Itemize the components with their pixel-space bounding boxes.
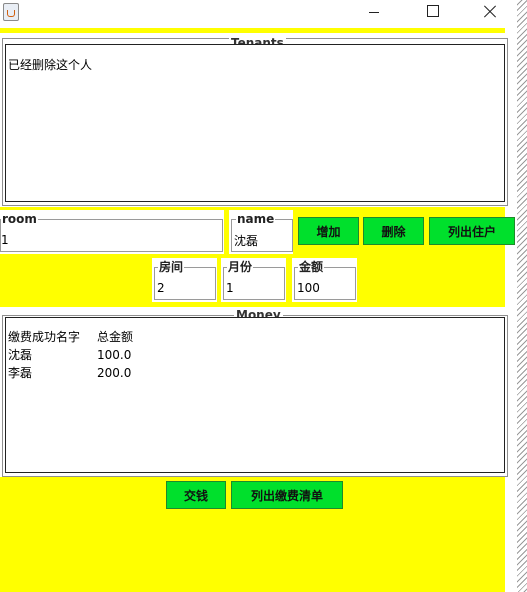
payer-name-header: 缴费成功名字 (8, 330, 81, 344)
room-no-field: 房间 (152, 258, 217, 302)
money-panel: Money 缴费成功名字 总金额 沈磊 100.0 李磊 200.0 (0, 307, 510, 477)
name-field: name (229, 210, 293, 254)
amount-input[interactable] (297, 280, 351, 296)
java-app-icon (3, 3, 19, 21)
room-no-input[interactable] (157, 280, 211, 296)
name-input[interactable] (234, 232, 288, 248)
minimize-button[interactable] (352, 0, 398, 28)
close-button[interactable] (467, 0, 513, 28)
name-label: name (236, 212, 276, 226)
room-label: room (1, 212, 38, 226)
list-payments-button[interactable]: 列出缴费清单 (231, 481, 343, 509)
room-no-label: 房间 (158, 260, 185, 274)
list-tenants-button[interactable]: 列出住户 (429, 217, 515, 245)
room-input[interactable] (1, 232, 216, 248)
tenants-textarea[interactable]: 已经删除这个人 (5, 44, 505, 202)
total-amount-header: 总金额 (97, 330, 134, 344)
money-row: 沈磊 100.0 (8, 346, 502, 364)
pay-button[interactable]: 交钱 (166, 481, 226, 509)
total-amount: 200.0 (97, 366, 132, 380)
background-hatch (517, 0, 527, 592)
add-button[interactable]: 增加 (298, 217, 359, 245)
total-amount: 100.0 (97, 348, 132, 362)
money-header-row: 缴费成功名字 总金额 (8, 328, 502, 346)
payer-name: 沈磊 (8, 348, 33, 362)
maximize-button[interactable] (410, 0, 456, 28)
month-label: 月份 (227, 260, 254, 274)
month-field: 月份 (221, 258, 286, 302)
tenants-message: 已经删除这个人 (8, 58, 93, 72)
amount-label: 金额 (298, 260, 325, 274)
tenants-panel: Tenants 已经删除这个人 (0, 33, 510, 207)
money-row: 李磊 200.0 (8, 364, 502, 382)
payer-name: 李磊 (8, 366, 33, 380)
amount-field: 金额 (292, 258, 357, 302)
delete-button[interactable]: 删除 (363, 217, 424, 245)
room-field: room (0, 210, 224, 254)
month-input[interactable] (226, 280, 280, 296)
money-textarea[interactable]: 缴费成功名字 总金额 沈磊 100.0 李磊 200.0 (5, 317, 505, 473)
title-bar (0, 0, 517, 28)
